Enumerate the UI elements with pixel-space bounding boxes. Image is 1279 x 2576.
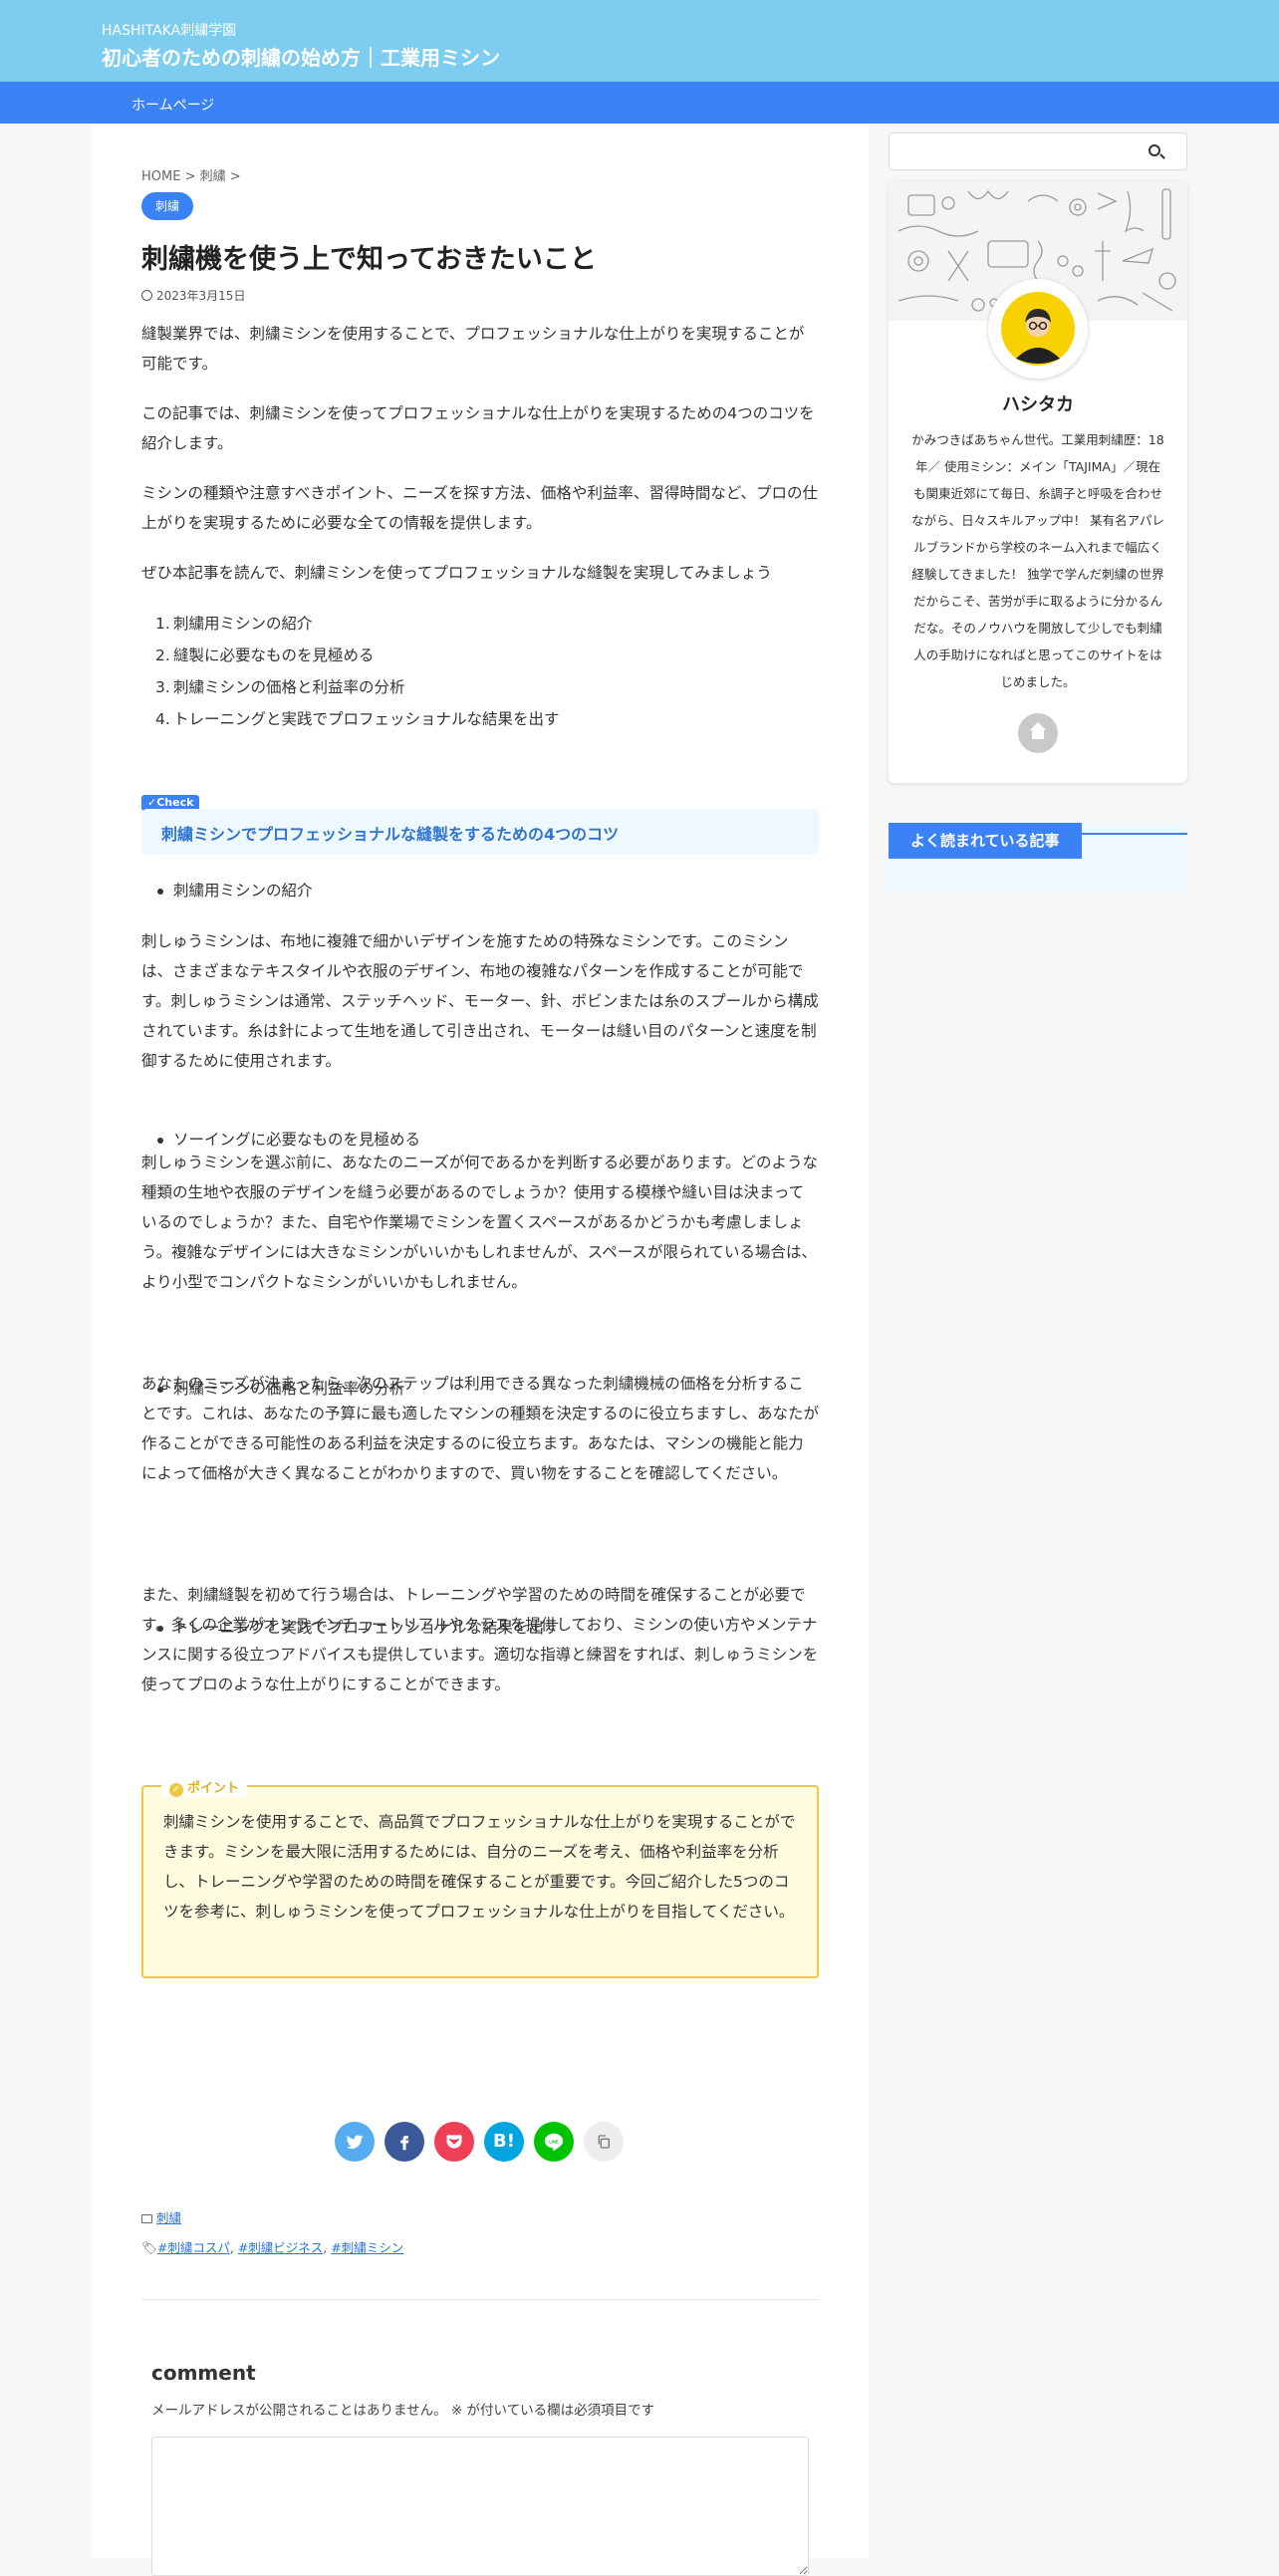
popular-posts-widget: よく読まれている記事	[889, 823, 1187, 893]
divider	[141, 2299, 819, 2300]
twitter-icon	[346, 2135, 364, 2149]
intro-paragraph: ぜひ本記事を読んで、刺繍ミシンを使ってプロフェッショナルな縫製を実現してみましょ…	[141, 564, 772, 582]
breadcrumb[interactable]: HOME > 刺繍 >	[141, 165, 819, 184]
list-item: 4. トレーニングと実践でプロフェッショナルな結果を出す	[155, 710, 560, 728]
category-link[interactable]: 刺繍	[156, 2210, 181, 2225]
popular-posts-title: よく読まれている記事	[889, 823, 1082, 859]
list-item: 3. 刺繍ミシンの価格と利益率の分析	[155, 678, 405, 696]
section-bullet: 刺繍用ミシンの紹介	[141, 877, 819, 904]
post-date: 2023年3月15日	[141, 287, 819, 304]
section-body: あなたのニーズが決まったら、次のステップは利用できる異なった刺繍機械の価格を分析…	[141, 1375, 819, 1482]
section-body: 刺しゅうミシンを選ぶ前に、あなたのニーズが何であるかを判断する必要があります。ど…	[141, 1154, 819, 1291]
site-subtitle[interactable]: HASHITAKA刺繍学園	[102, 20, 236, 40]
pocket-icon	[446, 2135, 462, 2149]
share-pocket-button[interactable]	[434, 2122, 474, 2162]
category-badge[interactable]: 刺繍	[141, 192, 194, 220]
home-icon[interactable]	[1018, 713, 1058, 753]
tag-icon: 🏷︎	[141, 2240, 157, 2255]
copy-link-button[interactable]	[584, 2122, 624, 2162]
point-box: 刺繍ミシンを使用することで、高品質でプロフェッショナルな仕上がりを実現することが…	[141, 1785, 819, 1978]
search-input[interactable]	[889, 132, 1187, 170]
nav-item-home[interactable]: ホームページ	[131, 95, 214, 115]
facebook-icon	[400, 2136, 409, 2151]
tag-meta: 🏷︎#刺繍コスパ, #刺繍ビジネス, #刺繍ミシン	[141, 2237, 819, 2256]
share-line-button[interactable]: LINE	[534, 2122, 574, 2162]
avatar	[988, 279, 1088, 379]
section-body: また、刺繍縫製を初めて行う場合は、トレーニングや学習のための時間を確保することが…	[141, 1586, 819, 1693]
section-heading: 刺繍ミシンでプロフェッショナルな縫製をするための4つのコツ	[141, 809, 819, 855]
share-facebook-button[interactable]	[384, 2122, 424, 2162]
avatar-illustration	[1001, 292, 1075, 366]
list-item: 1. 刺繍用ミシンの紹介	[155, 615, 313, 633]
post-title: 刺繍機を使う上で知っておきたいこと	[141, 244, 597, 275]
check-circle-icon: ✓	[169, 1783, 183, 1797]
share-twitter-button[interactable]	[335, 2122, 375, 2162]
check-tag-text: Check	[156, 796, 194, 809]
tag-link[interactable]: #刺繍ミシン	[331, 2240, 403, 2255]
share-hatena-button[interactable]: B!	[484, 2122, 524, 2162]
point-label: ✓ ポイント	[161, 1777, 248, 1797]
category-meta: 刺繍	[141, 2207, 819, 2226]
comment-textarea[interactable]	[151, 2437, 809, 2576]
comment-note: メールアドレスが公開されることはありません。 ※ が付いている欄は必須項目です	[151, 2403, 655, 2419]
tag-link[interactable]: #刺繍ビジネス	[238, 2240, 323, 2255]
profile-name: ハシタカ	[1002, 394, 1074, 415]
tips-list: 1. 刺繍用ミシンの紹介 2. 縫製に必要なものを見極める 3. 刺繍ミシンの価格と利…	[141, 608, 819, 735]
copy-icon	[598, 2135, 610, 2149]
profile-bio: かみつきばあちゃん世代。工業用刺繍歴：18年／ 使用ミシン：メイン「TAJIMA…	[911, 432, 1164, 689]
point-text: 刺繍ミシンを使用することで、高品質でプロフェッショナルな仕上がりを実現することが…	[163, 1813, 796, 1921]
nav-bar: ホームページ	[0, 82, 1279, 124]
svg-text:LINE: LINE	[549, 2139, 559, 2144]
point-label-text: ポイント	[187, 1781, 240, 1796]
post-date-text: 2023年3月15日	[156, 289, 246, 303]
intro-paragraph: ミシンの種類や注意すべきポイント、ニーズを探す方法、価格や利益率、習得時間など、…	[141, 484, 819, 532]
list-item: 2. 縫製に必要なものを見極める	[155, 646, 375, 664]
line-icon: LINE	[544, 2133, 564, 2152]
tag-link[interactable]: #刺繍コスパ	[157, 2240, 230, 2255]
profile-card: ハシタカ かみつきばあちゃん世代。工業用刺繍歴：18年／ 使用ミシン：メイン「T…	[889, 181, 1187, 783]
comment-title: comment	[151, 2361, 256, 2385]
clock-icon	[141, 290, 152, 301]
section-body: 刺しゅうミシンは、布地に複雑で細かいデザインを施すための特殊なミシンです。このミ…	[141, 932, 819, 1070]
folder-icon	[141, 2214, 152, 2223]
intro-paragraph: 縫製業界では、刺繍ミシンを使用することで、プロフェッショナルな仕上がりを実現する…	[141, 325, 805, 373]
site-title[interactable]: 初心者のための刺繍の始め方｜工業用ミシン	[102, 42, 500, 71]
article: HOME > 刺繍 > 刺繍 刺繍機を使う上で知っておきたいこと 2023年3月…	[92, 124, 869, 2576]
site-header: HASHITAKA刺繍学園 初心者のための刺繍の始め方｜工業用ミシン	[0, 0, 1279, 82]
search-icon[interactable]	[1149, 144, 1160, 156]
intro-paragraph: この記事では、刺繍ミシンを使ってプロフェッショナルな仕上がりを実現するための4つ…	[141, 404, 815, 452]
tag-separator: ,	[229, 2240, 238, 2255]
